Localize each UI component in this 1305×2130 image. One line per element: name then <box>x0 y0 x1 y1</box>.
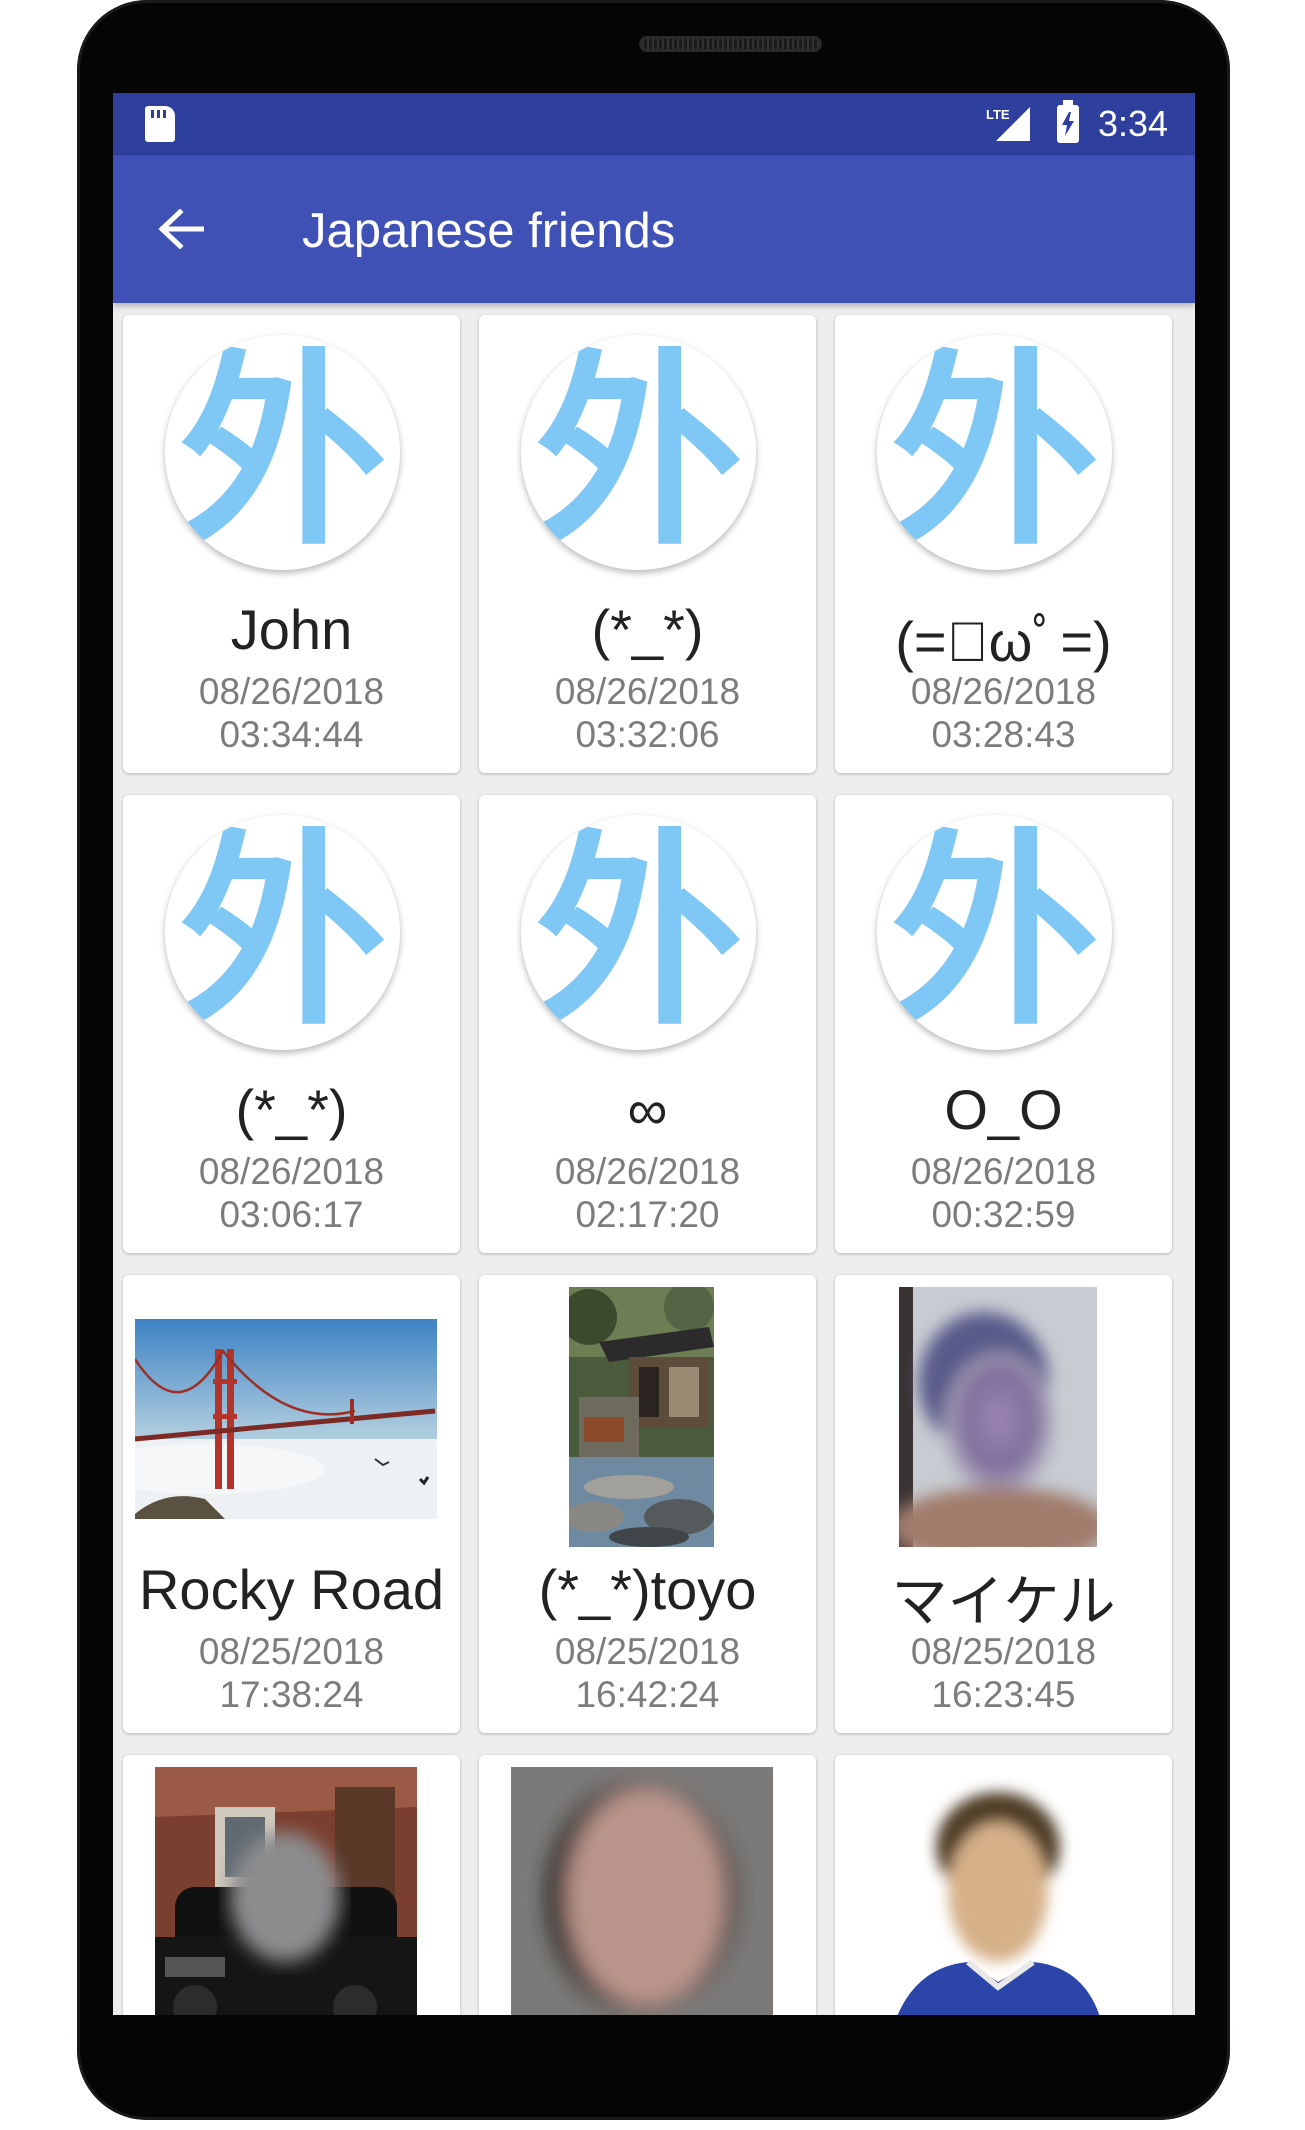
friend-time: 03:06:17 <box>219 1194 364 1235</box>
friend-name: (=ﾟωﾟ=) <box>895 610 1112 673</box>
speaker-grille <box>639 36 822 52</box>
avatar-glyph: 外 <box>178 335 387 570</box>
page-title: Japanese friends <box>302 204 676 258</box>
avatar-glyph: 外 <box>890 335 1099 570</box>
friend-card[interactable]: マイケル 08/25/2018 16:23:45 <box>835 1275 1172 1733</box>
avatar-glyph: 外 <box>534 335 743 570</box>
svg-text:LTE: LTE <box>986 107 1010 122</box>
friend-card[interactable]: 外 (*_*) 08/26/2018 03:06:17 <box>123 795 460 1253</box>
friend-date: 08/26/2018 <box>554 1151 741 1192</box>
friend-name: Rocky Road <box>138 1558 445 1621</box>
screen: LTE 3:34 Japanese friends 外 John 08/26/2… <box>113 93 1195 2015</box>
friend-card[interactable]: 外 (=ﾟωﾟ=) 08/26/2018 03:28:43 <box>835 315 1172 773</box>
app-toolbar: Japanese friends <box>113 155 1195 303</box>
battery-charging-icon <box>1057 100 1079 143</box>
default-avatar: 外 <box>521 815 756 1050</box>
friend-time: 17:38:24 <box>219 1674 364 1715</box>
friend-card[interactable]: (*_*)toyo 08/25/2018 16:42:24 <box>479 1275 816 1733</box>
default-avatar: 外 <box>877 815 1112 1050</box>
lte-signal-icon: LTE <box>986 105 1032 143</box>
friend-time: 03:34:44 <box>219 714 364 755</box>
friend-time: 03:28:43 <box>931 714 1076 755</box>
friend-date: 08/26/2018 <box>198 671 385 712</box>
avatar-glyph: 外 <box>534 815 743 1050</box>
golden-gate-bridge-photo <box>135 1319 437 1519</box>
arrow-left-icon <box>158 209 204 249</box>
friend-card[interactable]: 外 John 08/26/2018 03:34:44 <box>123 315 460 773</box>
friend-card[interactable]: 外 O_O 08/26/2018 00:32:59 <box>835 795 1172 1253</box>
status-bar: LTE 3:34 <box>113 93 1195 155</box>
bald-man-photo <box>511 1767 773 2015</box>
friend-time: 16:42:24 <box>575 1674 720 1715</box>
friend-time: 02:17:20 <box>575 1194 720 1235</box>
friend-name: (*_*) <box>235 1078 348 1141</box>
friend-card[interactable] <box>835 1755 1172 2015</box>
default-avatar: 外 <box>877 335 1112 570</box>
avatar-glyph: 外 <box>178 815 387 1050</box>
blurred-face-photo <box>899 1287 1097 1547</box>
friend-date: 08/26/2018 <box>554 671 741 712</box>
friend-card[interactable]: 外 (*_*) 08/26/2018 03:32:06 <box>479 315 816 773</box>
friend-card[interactable] <box>123 1755 460 2015</box>
default-avatar: 外 <box>165 815 400 1050</box>
friend-card[interactable] <box>479 1755 816 2015</box>
friend-name: マイケル <box>891 1570 1116 1633</box>
friend-name: ∞ <box>627 1078 668 1141</box>
id-photo <box>893 1767 1103 2015</box>
friend-date: 08/26/2018 <box>198 1151 385 1192</box>
default-avatar: 外 <box>165 335 400 570</box>
friend-time: 03:32:06 <box>575 714 720 755</box>
friend-card[interactable]: Rocky Road 08/25/2018 17:38:24 <box>123 1275 460 1733</box>
friend-time: 16:23:45 <box>931 1674 1076 1715</box>
friend-time: 00:32:59 <box>931 1194 1076 1235</box>
friend-date: 08/26/2018 <box>910 671 1097 712</box>
friends-grid: 外 John 08/26/2018 03:34:44 外 (*_*) 08/26… <box>123 315 1185 2015</box>
back-button[interactable] <box>153 201 209 257</box>
avatar-glyph: 外 <box>890 815 1099 1050</box>
friend-date: 08/25/2018 <box>910 1631 1097 1672</box>
sd-card-icon <box>145 106 175 142</box>
friend-card[interactable]: 外 ∞ 08/26/2018 02:17:20 <box>479 795 816 1253</box>
status-time: 3:34 <box>1098 103 1169 144</box>
friend-name: O_O <box>944 1078 1063 1141</box>
friend-date: 08/25/2018 <box>554 1631 741 1672</box>
default-avatar: 外 <box>521 335 756 570</box>
friend-date: 08/26/2018 <box>910 1151 1097 1192</box>
friend-name: (*_*) <box>591 598 704 661</box>
car-house-photo <box>155 1767 417 2015</box>
friend-name: John <box>230 598 353 661</box>
japanese-garden-photo <box>569 1287 714 1547</box>
friend-name: (*_*)toyo <box>538 1558 757 1621</box>
friend-date: 08/25/2018 <box>198 1631 385 1672</box>
